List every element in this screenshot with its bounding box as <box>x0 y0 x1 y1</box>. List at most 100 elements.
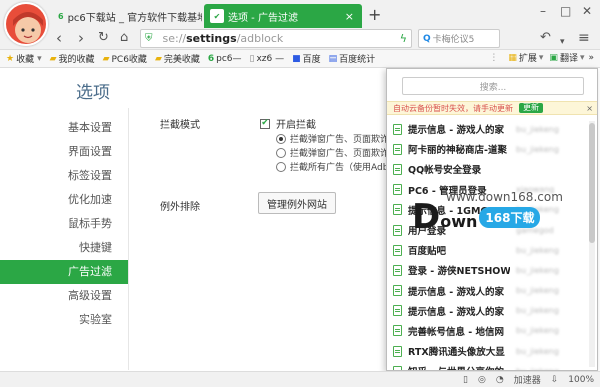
close-icon[interactable]: × <box>586 104 593 113</box>
pc6-icon: 6 <box>207 53 215 64</box>
bookmark-pc6[interactable]: 6 pc6— <box>208 54 242 64</box>
bookmark-list-item[interactable]: 百度贴吧 bu_jiekeng <box>387 240 597 260</box>
close-window-icon[interactable]: ✕ <box>582 4 592 18</box>
page-icon <box>393 123 402 135</box>
bookmark-label: 我的收藏 <box>58 55 95 65</box>
lightning-icon[interactable]: ϟ <box>400 32 407 45</box>
bookmark-list-item[interactable]: 提示信息 - 游戏人的家 bu_jiekeng <box>387 281 597 301</box>
bookmark-list-item[interactable]: QQ帐号安全登录 <box>387 159 597 179</box>
download-icon[interactable]: ⇩ <box>551 375 559 385</box>
page-title: 选项 <box>76 83 110 103</box>
block-option-radio[interactable] <box>276 133 286 144</box>
bookmark-list-item[interactable]: RTX腾讯通头像放大显 bu_jiekeng <box>387 341 597 361</box>
bookmark-list-item[interactable]: 知乎 - 与世界分享你的bu_jiekeng <box>387 361 597 370</box>
sidebar-item-adblock[interactable]: 广告过滤 <box>0 260 128 284</box>
sidebar-item-mouse-gestures[interactable]: 鼠标手势 <box>0 212 128 236</box>
bookmark-folder-pc6[interactable]: ▰ PC6收藏 <box>102 52 147 66</box>
bookmark-search-input[interactable]: 搜索... <box>402 77 584 95</box>
accelerator-label[interactable]: 加速器 <box>514 373 541 386</box>
sound-icon[interactable]: ◔ <box>496 375 504 385</box>
bookmark-label: xz6 — <box>256 53 285 64</box>
tab-bar: 6 pc6下载站 _ 官方软件下载基地_ ✔ 选项 - 广告过滤 × + – □… <box>0 0 600 46</box>
sidebar-item-tabs[interactable]: 标签设置 <box>0 164 128 188</box>
home-icon[interactable]: ⌂ <box>120 29 128 47</box>
bookmark-baidu-stats[interactable]: ▤ 百度统计 <box>329 52 376 66</box>
scrollbar-thumb[interactable] <box>589 123 595 243</box>
bookmark-title: 知乎 - 与世界分享你的 <box>408 364 510 370</box>
sidebar-item-shortcuts[interactable]: 快捷键 <box>0 236 128 260</box>
more-dots-icon[interactable]: ⋮ <box>489 53 498 63</box>
page-icon <box>393 163 402 175</box>
camera-icon[interactable]: ◎ <box>478 375 486 385</box>
sidebar-item-interface[interactable]: 界面设置 <box>0 140 128 164</box>
bookmark-xz6[interactable]: ▯ xz6 — <box>250 54 285 64</box>
sync-warning-text: 自动云备份暂时失效，请手动更新 <box>393 103 513 113</box>
new-tab-button[interactable]: + <box>368 5 381 24</box>
maximize-icon[interactable]: □ <box>560 4 571 18</box>
bookmark-folder-mine[interactable]: ▰ 我的收藏 <box>50 52 95 66</box>
bookmark-title: RTX腾讯通头像放大显 <box>408 347 505 359</box>
block-option-2[interactable]: 拦截弹窗广告、页面欺诈 <box>276 146 389 159</box>
bookmark-label: 收藏 <box>16 55 35 65</box>
menu-icon[interactable]: ≡ <box>578 29 590 47</box>
star-icon: ★ <box>6 53 15 64</box>
block-option-label: 拦截弹窗广告、页面欺诈 <box>290 149 390 159</box>
bookmark-title: 登录 - 游侠NETSHOW <box>408 266 510 278</box>
search-placeholder: 卡梅伦议5 <box>432 35 475 45</box>
more-bookmarks-button[interactable]: » <box>588 53 594 63</box>
forward-icon[interactable]: › <box>78 29 84 47</box>
bookmark-folder-wanmei[interactable]: ▰ 完美收藏 <box>154 52 200 66</box>
chevron-down-icon: ▾ <box>538 52 544 63</box>
bookmark-list-item[interactable]: 阿卡丽的神秘商店-道聚 bu_jiekeng <box>387 139 597 159</box>
shield-icon: ⛨ <box>145 33 153 44</box>
page-icon <box>393 345 402 357</box>
chevron-down-icon[interactable]: ▾ <box>560 33 565 51</box>
sidebar-item-advanced[interactable]: 高级设置 <box>0 284 128 308</box>
block-option-radio[interactable] <box>276 161 286 172</box>
zoom-level[interactable]: 100% <box>568 375 594 385</box>
reload-icon[interactable]: ↻ <box>98 29 109 47</box>
translate-button[interactable]: 翻译 <box>560 51 578 64</box>
manage-exceptions-button[interactable]: 管理例外网站 <box>258 192 336 214</box>
bookmark-list-item[interactable]: 提示信息 - 游戏人的家 bu_jiekeng <box>387 301 597 321</box>
avatar[interactable] <box>4 2 48 46</box>
back-icon[interactable]: ‹ <box>56 29 62 47</box>
minimize-icon[interactable]: – <box>540 4 546 18</box>
page-icon <box>393 305 402 317</box>
bookmark-favorites[interactable]: ★ 收藏 ▾ <box>6 52 42 66</box>
block-option-3[interactable]: 拦截所有广告（使用Adb <box>276 160 388 173</box>
page-icon <box>393 264 402 276</box>
enable-blocking-checkbox[interactable]: ✔ <box>260 118 270 129</box>
bookmark-baidu[interactable]: ■ 百度 <box>292 52 321 66</box>
bookmark-username: bu_jiekeng <box>516 265 559 275</box>
bookmark-list-item[interactable]: 提示信息 - 游戏人的家 bu_jiekeng <box>387 119 597 139</box>
block-option-1[interactable]: 拦截弹窗广告、页面欺诈 <box>276 132 389 145</box>
bookmark-username: bu_jiekeng <box>516 124 559 134</box>
address-bar[interactable]: ⛨ se:// settings /adblock ϟ <box>140 29 412 48</box>
sidebar-item-basic[interactable]: 基本设置 <box>0 116 128 140</box>
bookmark-list-item[interactable]: 完善帐号信息 - 地信网 bu_jiekeng <box>387 321 597 341</box>
tab-pc6[interactable]: 6 pc6下载站 _ 官方软件下载基地_ <box>52 4 202 28</box>
sidebar-item-acceleration[interactable]: 优化加速 <box>0 188 128 212</box>
close-tab-icon[interactable]: × <box>341 10 354 23</box>
sync-update-button[interactable]: 更新 <box>519 103 543 113</box>
bookmark-label: 百度 <box>302 55 321 65</box>
settings-favicon-icon: ✔ <box>210 9 224 23</box>
bookmarks-bar-right: ⋮ ▦ 扩展 ▾ ▣ 翻译 ▾ » <box>489 51 594 65</box>
bookmark-list-item[interactable]: 登录 - 游侠NETSHOW bu_jiekeng <box>387 260 597 280</box>
enable-blocking-row[interactable]: ✔ 开启拦截 <box>260 116 316 131</box>
extend-button[interactable]: 扩展 <box>519 51 537 64</box>
folder-icon: ▰ <box>154 53 162 64</box>
search-input[interactable]: Q 卡梅伦议5 <box>418 29 500 48</box>
extension-icon: ▦ <box>508 52 517 63</box>
block-option-radio[interactable] <box>276 147 286 158</box>
sidebar-divider <box>128 108 129 370</box>
undo-icon[interactable]: ↶ <box>540 29 551 47</box>
scrollbar[interactable] <box>589 121 595 367</box>
sidebar-item-lab[interactable]: 实验室 <box>0 308 128 332</box>
tab-adblock-settings[interactable]: ✔ 选项 - 广告过滤 × <box>204 4 362 28</box>
phone-icon[interactable]: ▯ <box>463 375 468 385</box>
folder-icon: ▰ <box>102 53 110 64</box>
block-mode-label: 拦截模式 <box>160 120 200 131</box>
bookmark-title: 阿卡丽的神秘商店-道聚 <box>408 145 507 157</box>
